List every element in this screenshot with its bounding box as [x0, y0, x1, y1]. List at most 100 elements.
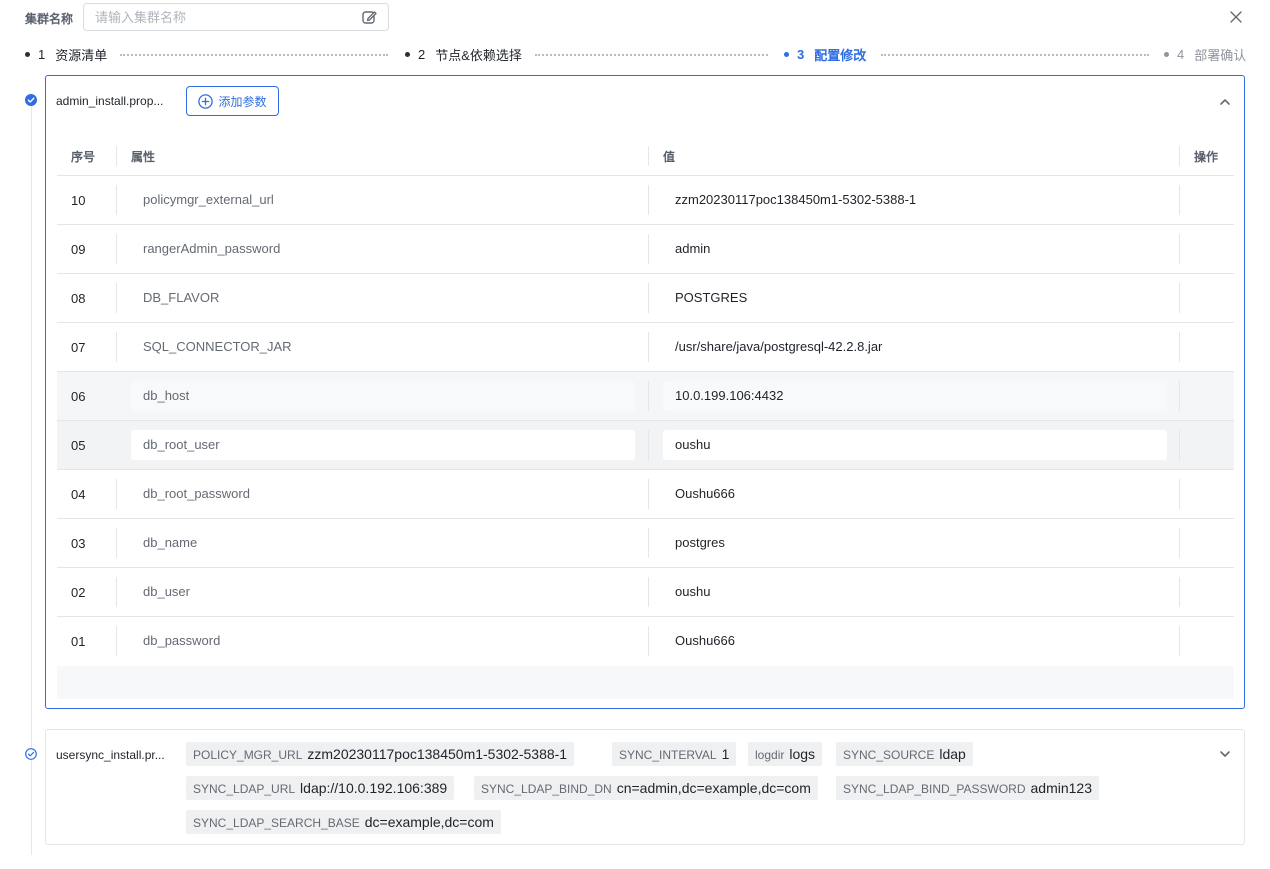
col-value: 值: [663, 150, 676, 164]
config-tag: SYNC_LDAP_BIND_PASSWORD admin123: [836, 776, 1099, 800]
cluster-name-label: 集群名称: [25, 12, 74, 26]
step-dot: [405, 51, 410, 57]
step-1[interactable]: 1 资源清单: [25, 44, 107, 64]
config-file-name[interactable]: usersync_install.pr...: [56, 748, 165, 762]
tag-key: SYNC_LDAP_BIND_DN: [481, 782, 612, 796]
table-header: 序号 属性 值 操作: [57, 136, 1234, 176]
cell-divider: [1179, 283, 1180, 313]
step-4[interactable]: 4 部署确认: [1164, 44, 1246, 64]
value-cell[interactable]: Oushu666: [663, 626, 1167, 656]
row-index: 05: [71, 438, 86, 453]
check-circle-icon: [25, 748, 37, 760]
value-cell[interactable]: /usr/share/java/postgresql-42.2.8.jar: [663, 332, 1167, 362]
step-label: 配置修改: [814, 47, 867, 63]
tag-key: SYNC_INTERVAL: [619, 748, 717, 762]
property-cell[interactable]: db_user: [131, 577, 635, 607]
step-3[interactable]: 3 配置修改: [784, 44, 866, 64]
config-tag: SYNC_SOURCE ldap: [836, 742, 973, 766]
config-tag: SYNC_LDAP_URL ldap://10.0.192.106:389: [186, 776, 455, 800]
chevron-up-icon[interactable]: [1218, 95, 1232, 109]
column-divider: [116, 146, 117, 166]
tag-value: ldap: [939, 746, 966, 762]
cell-divider: [648, 332, 649, 362]
property-cell[interactable]: db_name: [131, 528, 635, 558]
step-number: 1: [38, 46, 46, 62]
edit-icon[interactable]: [361, 9, 377, 25]
property-cell[interactable]: db_password: [131, 626, 635, 656]
cell-divider: [1179, 577, 1180, 607]
cell-divider: [1179, 234, 1180, 264]
value-cell[interactable]: 10.0.199.106:4432: [663, 381, 1167, 411]
table-row[interactable]: 10 policymgr_external_url zzm20230117poc…: [57, 176, 1234, 225]
table-row[interactable]: 04 db_root_password Oushu666: [57, 470, 1234, 519]
value-cell[interactable]: admin: [663, 234, 1167, 264]
tag-key: SYNC_LDAP_URL: [193, 782, 296, 796]
tag-value: dc=example,dc=com: [364, 814, 494, 830]
cell-divider: [1179, 430, 1180, 460]
cluster-name-input[interactable]: [84, 4, 344, 30]
value-cell[interactable]: postgres: [663, 528, 1167, 558]
check-circle-icon: [25, 94, 37, 106]
value-cell[interactable]: POSTGRES: [663, 283, 1167, 313]
config-tag: logdir logs: [748, 742, 823, 766]
row-index: 10: [71, 193, 86, 208]
config-table: 序号 属性 值 操作 10 policymgr_external_url zzm…: [57, 136, 1234, 699]
tag-key: SYNC_LDAP_BIND_PASSWORD: [843, 782, 1026, 796]
step-2[interactable]: 2 节点&依赖选择: [405, 44, 522, 64]
step-label: 部署确认: [1194, 47, 1247, 63]
tag-key: SYNC_LDAP_SEARCH_BASE: [193, 816, 360, 830]
step-connector: [535, 54, 768, 56]
cell-divider: [116, 626, 117, 656]
cell-divider: [1179, 332, 1180, 362]
property-cell[interactable]: db_root_user: [131, 430, 635, 460]
tag-value: cn=admin,dc=example,dc=com: [616, 780, 811, 796]
chevron-down-icon[interactable]: [1218, 747, 1232, 761]
step-number: 2: [418, 46, 426, 62]
cell-divider: [648, 185, 649, 215]
cluster-name-field[interactable]: [83, 3, 389, 31]
table-row[interactable]: 02 db_user oushu: [57, 568, 1234, 617]
config-tag: POLICY_MGR_URL zzm20230117poc138450m1-530…: [186, 742, 575, 766]
cell-divider: [1179, 381, 1180, 411]
cell-divider: [1179, 185, 1180, 215]
row-index: 04: [71, 487, 86, 502]
value-cell[interactable]: oushu: [663, 430, 1167, 460]
cell-divider: [648, 479, 649, 509]
tag-key: SYNC_SOURCE: [843, 748, 935, 762]
config-file-name[interactable]: admin_install.prop...: [56, 94, 163, 108]
table-row[interactable]: 08 DB_FLAVOR POSTGRES: [57, 274, 1234, 323]
table-row[interactable]: 09 rangerAdmin_password admin: [57, 225, 1234, 274]
plus-circle-icon: [198, 93, 214, 109]
add-parameter-button[interactable]: 添加参数: [186, 86, 279, 116]
cell-divider: [116, 479, 117, 509]
col-action: 操作: [1194, 150, 1219, 164]
table-row[interactable]: 06 db_host 10.0.199.106:4432: [57, 372, 1234, 421]
table-footer: [57, 666, 1234, 699]
cell-divider: [1179, 626, 1180, 656]
property-cell[interactable]: db_root_password: [131, 479, 635, 509]
close-icon[interactable]: [1228, 9, 1244, 25]
property-cell[interactable]: rangerAdmin_password: [131, 234, 635, 264]
value-cell[interactable]: oushu: [663, 577, 1167, 607]
table-row[interactable]: 01 db_password Oushu666: [57, 617, 1234, 666]
cell-divider: [116, 185, 117, 215]
cell-divider: [116, 234, 117, 264]
cell-divider: [648, 430, 649, 460]
table-row[interactable]: 07 SQL_CONNECTOR_JAR /usr/share/java/pos…: [57, 323, 1234, 372]
property-cell[interactable]: db_host: [131, 381, 635, 411]
property-cell[interactable]: SQL_CONNECTOR_JAR: [131, 332, 635, 362]
table-row[interactable]: 05 db_root_user oushu: [57, 421, 1234, 470]
col-property: 属性: [131, 150, 156, 164]
value-cell[interactable]: zzm20230117poc138450m1-5302-5388-1: [663, 185, 1167, 215]
table-row[interactable]: 03 db_name postgres: [57, 519, 1234, 568]
property-cell[interactable]: DB_FLAVOR: [131, 283, 635, 313]
cell-divider: [1179, 528, 1180, 558]
col-index: 序号: [71, 150, 96, 164]
cell-divider: [116, 528, 117, 558]
row-index: 09: [71, 242, 86, 257]
property-cell[interactable]: policymgr_external_url: [131, 185, 635, 215]
value-cell[interactable]: Oushu666: [663, 479, 1167, 509]
row-index: 03: [71, 536, 86, 551]
row-index: 08: [71, 291, 86, 306]
column-divider: [648, 146, 649, 166]
